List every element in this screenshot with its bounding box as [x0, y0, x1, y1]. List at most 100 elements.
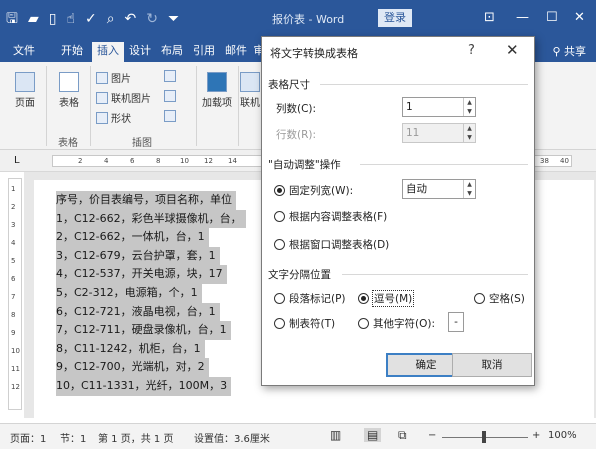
ruler-tick: 38: [540, 157, 549, 165]
document-line[interactable]: 5，C2-312，电源箱，个，1: [56, 283, 202, 303]
status-bar: 页面：1 节：1 第 1 页，共 1 页 设置值：3.6厘米 ▥ ▤ ⧉ − +…: [0, 423, 596, 449]
zoom-in-button[interactable]: +: [532, 430, 540, 441]
autofit-section: "自动调整"操作: [268, 159, 341, 171]
radio-icon: [274, 293, 285, 304]
space-radio[interactable]: 空格(S): [474, 291, 525, 306]
tab-home[interactable]: 开始: [58, 42, 86, 62]
login-button[interactable]: 登录: [378, 9, 412, 27]
minimize-icon[interactable]: —: [516, 10, 529, 25]
radio-icon: [474, 293, 485, 304]
spin-arrows-icon[interactable]: ▲ ▼: [463, 180, 475, 198]
document-line[interactable]: 9，C12-700，光端机，对，2: [56, 358, 209, 377]
save-icon[interactable]: 🖫: [6, 10, 18, 28]
page-label: 页面: [15, 98, 35, 109]
read-mode-icon[interactable]: ▥: [330, 428, 341, 442]
fixed-width-stepper[interactable]: 自动 ▲ ▼: [402, 179, 476, 199]
shape-icon: [96, 111, 108, 124]
rows-stepper: 11 ▲ ▼: [402, 123, 476, 143]
picture-button[interactable]: 图片: [96, 70, 131, 85]
close-icon[interactable]: ✕: [574, 10, 585, 25]
smartart-button[interactable]: [164, 70, 176, 82]
zoom-slider-handle[interactable]: [482, 431, 486, 443]
web-layout-icon[interactable]: ⧉: [398, 428, 407, 443]
print-layout-icon[interactable]: ▤: [364, 428, 382, 442]
paragraph-mark-radio[interactable]: 段落标记(P): [274, 291, 346, 306]
other-char-radio[interactable]: 其他字符(O):: [358, 316, 435, 331]
addin-button[interactable]: 加载项: [202, 72, 232, 109]
other-char-input[interactable]: -: [448, 312, 464, 332]
document-line[interactable]: 3，C12-679，云台护罩，套，1: [56, 246, 220, 266]
vertical-ruler[interactable]: 1 2 3 4 5 6 7 8 9 10 11 12: [8, 178, 22, 410]
comma-radio[interactable]: 逗号(M): [358, 290, 415, 307]
tab-design[interactable]: 设计: [126, 42, 154, 62]
document-line[interactable]: 6，C12-721，液晶电视，台，1: [56, 302, 220, 322]
redo-icon[interactable]: ↻: [146, 10, 158, 28]
document-title: 报价表 - Word: [272, 13, 345, 26]
screenshot-button[interactable]: [164, 110, 176, 122]
maximize-icon[interactable]: ☐: [546, 10, 558, 25]
customize-icon[interactable]: ⏷: [168, 10, 179, 28]
document-line[interactable]: 10，C11-1331，光纤，100M，3: [56, 376, 232, 396]
cancel-button[interactable]: 取消: [452, 353, 532, 377]
help-icon[interactable]: ?: [468, 43, 475, 58]
other-char-label: 其他字符(O):: [373, 318, 435, 330]
document-line[interactable]: 1，C12-662，彩色半球摄像机，台，: [56, 209, 246, 229]
ribbon-display-icon[interactable]: ⊡: [484, 10, 495, 25]
open-icon[interactable]: ▰: [28, 10, 39, 28]
illustration-group-label: 插图: [132, 138, 152, 149]
document-text[interactable]: 序号，价目表编号，项目名称，单位 1，C12-662，彩色半球摄像机，台， 2，…: [56, 191, 246, 396]
ruler-tick: 6: [130, 157, 135, 165]
fit-content-label: 根据内容调整表格(F): [289, 211, 388, 223]
zoom-level[interactable]: 100%: [548, 430, 577, 441]
shape-button[interactable]: 形状: [96, 110, 131, 125]
status-pages[interactable]: 第 1 页，共 1 页: [98, 430, 173, 445]
spin-arrows-icon[interactable]: ▲ ▼: [463, 98, 475, 116]
table-button[interactable]: 表格: [54, 72, 84, 109]
zoom-out-button[interactable]: −: [428, 430, 436, 441]
new-icon[interactable]: ▯: [49, 10, 57, 28]
share-button[interactable]: ⚲ 共享: [552, 43, 586, 59]
document-line[interactable]: 2，C12-662，一体机，台，1: [56, 228, 209, 247]
title-bar: 🖫 ▰ ▯ ☝ ✓ ⌕ ↶ ↻ ⏷ 报价表 - Word 登录 ⊡ — ☐ ✕: [0, 0, 596, 38]
fixed-width-label: 固定列宽(W):: [289, 185, 354, 197]
tab-references[interactable]: 引用: [190, 42, 218, 62]
status-section[interactable]: 节：1: [60, 430, 86, 445]
smartart-icon: [164, 70, 176, 82]
shape-label: 形状: [111, 114, 131, 125]
table-group-label: 表格: [58, 138, 78, 149]
page-button[interactable]: 页面: [10, 72, 40, 109]
tab-insert[interactable]: 插入: [92, 42, 124, 62]
online-picture-button[interactable]: 联机图片: [96, 90, 151, 105]
undo-icon[interactable]: ↶: [125, 10, 137, 28]
tab-file[interactable]: 文件: [10, 42, 38, 62]
tab-char-radio[interactable]: 制表符(T): [274, 316, 335, 331]
tab-stop-selector[interactable]: L: [14, 155, 20, 166]
spelling-icon[interactable]: ✓: [85, 10, 97, 28]
document-line[interactable]: 4，C12-537，开关电源，块，17: [56, 265, 227, 284]
vruler-tick: 6: [11, 275, 16, 283]
touch-icon[interactable]: ☝: [66, 10, 75, 28]
columns-stepper[interactable]: 1 ▲ ▼: [402, 97, 476, 117]
link-label: 联机: [240, 98, 260, 109]
document-line[interactable]: 8，C11-1242，机柜，台，1: [56, 339, 205, 359]
document-line[interactable]: 7，C12-711，硬盘录像机，台，1: [56, 321, 231, 340]
fit-content-radio[interactable]: 根据内容调整表格(F): [274, 209, 387, 224]
dialog-close-icon[interactable]: ✕: [506, 41, 519, 59]
link-button[interactable]: 联机: [240, 72, 260, 109]
radio-selected-icon: [358, 293, 369, 304]
fit-window-radio[interactable]: 根据窗口调整表格(D): [274, 237, 389, 252]
vruler-tick: 12: [11, 383, 20, 391]
status-page[interactable]: 页面：1: [10, 430, 46, 445]
document-line[interactable]: 序号，价目表编号，项目名称，单位: [56, 191, 236, 210]
fixed-width-radio[interactable]: 固定列宽(W):: [274, 183, 353, 198]
tab-mailings[interactable]: 邮件: [222, 42, 250, 62]
tab-layout[interactable]: 布局: [158, 42, 186, 62]
print-preview-icon[interactable]: ⌕: [107, 10, 115, 28]
separator-section: 文字分隔位置: [268, 269, 331, 281]
vruler-tick: 3: [11, 221, 16, 229]
chart-button[interactable]: [164, 90, 176, 102]
vruler-tick: 11: [11, 365, 20, 373]
radio-icon: [274, 211, 285, 222]
ruler-tick: 8: [156, 157, 161, 165]
addin-label: 加载项: [202, 98, 232, 109]
